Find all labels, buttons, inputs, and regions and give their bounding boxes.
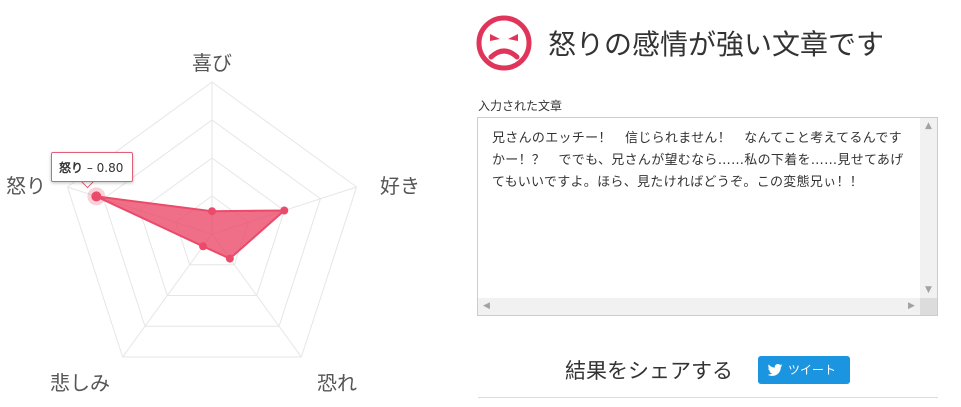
radar-axis-label-like: 好き [380,174,420,198]
radar-point-1[interactable] [280,206,289,215]
chart-tooltip: 怒り – 0.80 [51,152,133,182]
scrollbar-corner [920,298,937,315]
radar-axis-label-anger: 怒り [6,174,46,198]
scroll-right-icon[interactable]: ▶ [903,298,920,315]
radar-axis-label-joy: 喜び [192,51,232,75]
input-text-area[interactable]: 兄さんのエッチー！ 信じられません！ なんてこと考えてるんですかー！？ ででも、… [477,117,938,316]
tweet-button-label: ツイート [788,363,837,377]
input-text-content: 兄さんのエッチー！ 信じられません！ なんてこと考えてるんですかー！？ ででも、… [492,131,904,190]
horizontal-scrollbar[interactable]: ◀ ▶ [478,298,920,315]
radar-axis-label-sadness: 悲しみ [50,371,110,395]
share-section: 結果をシェアする ツイート [478,345,938,398]
angry-face-icon [476,15,532,71]
radar-series-area [95,195,287,260]
twitter-bird-icon [767,364,783,376]
input-text-label: 入力された文章 [478,99,563,113]
vertical-scrollbar[interactable]: ▲ ▼ [920,118,937,299]
radar-chart-panel: 喜び 好き 恐れ 悲しみ 怒り 怒り – 0.80 [0,0,430,407]
radar-axis-label-fear: 恐れ [317,371,357,395]
radar-point-0[interactable] [208,207,216,216]
radar-point-2[interactable] [225,254,234,263]
scroll-up-icon[interactable]: ▲ [920,118,937,135]
share-heading: 結果をシェアする [565,359,733,383]
scroll-down-icon[interactable]: ▼ [920,282,937,299]
tooltip-label: 怒り [59,161,84,175]
radar-point-3[interactable] [199,242,208,251]
result-header: 怒りの感情が強い文章です [474,13,884,73]
tweet-button[interactable]: ツイート [758,356,850,384]
scroll-left-icon[interactable]: ◀ [478,298,495,315]
page: 喜び 好き 恐れ 悲しみ 怒り 怒り – 0.80 怒りの感情が強い文章です 入… [0,0,961,407]
radar-point-4[interactable] [91,191,102,202]
tooltip-value: – 0.80 [86,161,124,175]
result-title: 怒りの感情が強い文章です [548,28,885,61]
